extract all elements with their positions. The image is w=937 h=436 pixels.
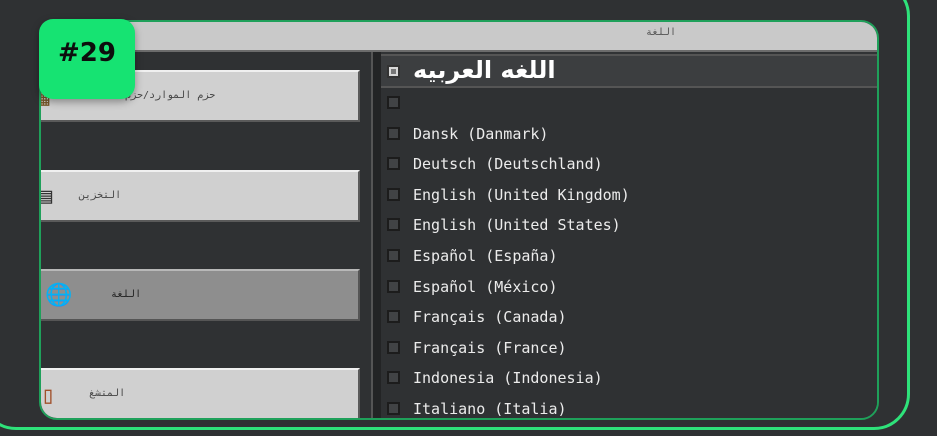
language-checkbox[interactable]: [387, 340, 400, 354]
settings-sidebar: ▦ حزم الموارد/حزم ▤ التخزين 🌐 اللغة ▯ ال…: [41, 52, 371, 418]
globe-icon: 🌐: [45, 283, 73, 308]
language-label: Dansk (Danmark): [413, 124, 549, 143]
door-icon: ▯: [41, 381, 56, 409]
rank-badge: #29: [39, 19, 135, 99]
language-checkbox[interactable]: [387, 248, 400, 262]
rank-badge-text: #29: [58, 38, 116, 68]
language-label: Indonesia (Indonesia): [413, 369, 603, 388]
language-label: Deutsch (Deutschland): [413, 155, 603, 174]
language-checkbox[interactable]: [387, 187, 400, 201]
language-item[interactable]: Dansk (Danmark): [381, 119, 877, 150]
language-item[interactable]: Indonesia (Indonesia): [381, 363, 877, 394]
language-label: Español (España): [413, 246, 558, 265]
language-item[interactable]: English (United Kingdom): [381, 180, 877, 211]
language-checkbox[interactable]: [387, 401, 400, 415]
language-label: Français (Canada): [413, 308, 567, 327]
sidebar-item-language[interactable]: 🌐 اللغة: [41, 269, 360, 321]
language-item[interactable]: Italiano (Italia): [381, 394, 877, 418]
language-checkbox[interactable]: [387, 279, 400, 293]
language-checkbox[interactable]: [387, 126, 400, 140]
language-checkbox[interactable]: [387, 96, 400, 109]
language-label: English (United Kingdom): [413, 185, 630, 204]
sidebar-item-label: المتشغ: [89, 388, 126, 399]
settings-panel: اللغة ▦ حزم الموارد/حزم ▤ التخزين 🌐 اللغ…: [39, 20, 879, 420]
panel-divider: [371, 52, 381, 418]
language-selected-row[interactable]: اللغه العربيه: [381, 54, 877, 88]
sidebar-item-label: حزم الموارد/حزم: [125, 90, 216, 101]
language-item[interactable]: Deutsch (Deutschland): [381, 149, 877, 180]
language-item[interactable]: English (United States): [381, 210, 877, 241]
language-label: Español (México): [413, 277, 558, 296]
language-item[interactable]: Français (France): [381, 333, 877, 364]
language-checkbox[interactable]: [387, 310, 400, 324]
language-item[interactable]: [381, 88, 877, 119]
language-label: Français (France): [413, 338, 567, 357]
language-checkbox-checked[interactable]: [387, 65, 400, 78]
language-label: English (United States): [413, 216, 621, 235]
sidebar-item-storage[interactable]: ▤ التخزين: [41, 170, 360, 222]
language-selected-label: اللغه العربيه: [413, 56, 556, 84]
language-item[interactable]: Français (Canada): [381, 302, 877, 333]
sidebar-item-label: اللغة: [111, 289, 142, 300]
language-checkbox[interactable]: [387, 371, 400, 385]
language-checkbox[interactable]: [387, 218, 400, 232]
language-checkbox[interactable]: [387, 157, 400, 171]
storage-icon: ▤: [39, 184, 53, 209]
language-item[interactable]: Español (España): [381, 241, 877, 272]
language-list: اللغه العربيه Dansk (Danmark) Deutsch (D…: [381, 54, 877, 418]
title-bar: اللغة: [41, 22, 877, 52]
sidebar-item-creator[interactable]: ▯ المتشغ: [41, 368, 360, 418]
page-title: اللغة: [645, 27, 677, 38]
language-item[interactable]: Español (México): [381, 272, 877, 303]
language-label: Italiano (Italia): [413, 399, 567, 418]
sidebar-item-label: التخزين: [79, 190, 122, 201]
